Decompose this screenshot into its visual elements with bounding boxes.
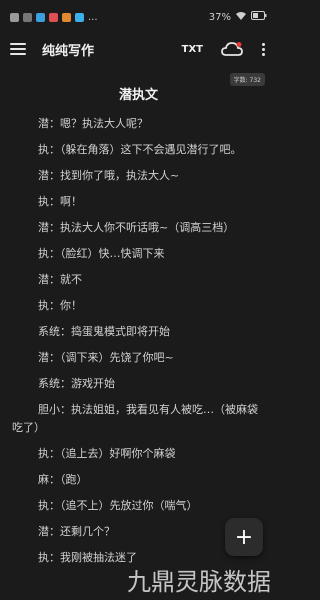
app-icon xyxy=(75,12,84,22)
status-left: ... xyxy=(10,12,98,23)
paragraph[interactable]: 潜：找到你了哦，执法大人~ xyxy=(12,167,267,185)
paragraph[interactable]: 麻：（跑） xyxy=(12,471,267,489)
paragraph[interactable]: 潜：执法大人你不听话哦~（调高三档） xyxy=(12,219,267,237)
cloud-sync-icon[interactable] xyxy=(221,41,243,57)
txt-export-button[interactable]: TXT xyxy=(182,44,203,55)
battery-icon xyxy=(251,11,267,23)
document-body[interactable]: 潜：嗯？执法大人呢？ 执：（躲在角落）这下不会遇见潜行了吧。 潜：找到你了哦，执法大… xyxy=(12,115,267,575)
paragraph[interactable]: 执：啊！ xyxy=(12,193,267,211)
more-options-icon[interactable] xyxy=(259,42,267,56)
status-bar: ... 37% xyxy=(0,0,277,34)
app-icon xyxy=(49,12,58,22)
status-right: 37% xyxy=(209,11,267,24)
add-button[interactable]: + xyxy=(225,518,263,556)
more-notifications: ... xyxy=(88,11,98,23)
app-title: 纯纯写作 xyxy=(42,43,95,59)
paragraph[interactable]: 执：（追不上）先放过你（喘气） xyxy=(12,497,267,515)
paragraph[interactable]: 胆小：执法姐姐，我看见有人被吃…（被麻袋吃了） xyxy=(12,401,267,437)
app-bar: 纯纯写作 TXT xyxy=(0,34,277,64)
paragraph[interactable]: 系统：捣蛋鬼模式即将开始 xyxy=(12,323,267,341)
paragraph[interactable]: 潜：嗯？执法大人呢？ xyxy=(12,115,267,133)
paragraph[interactable]: 执：（躲在角落）这下不会遇见潜行了吧。 xyxy=(12,141,267,159)
battery-level: 37% xyxy=(208,11,231,23)
menu-icon[interactable] xyxy=(10,43,26,55)
paragraph[interactable]: 执：你！ xyxy=(12,297,267,315)
notification-icon xyxy=(23,12,32,22)
paragraph[interactable]: 执：（脸红）快…快调下来 xyxy=(12,245,267,263)
paragraph[interactable]: 系统：游戏开始 xyxy=(12,375,267,393)
document-title[interactable]: 潜执文 xyxy=(0,84,277,103)
paragraph[interactable]: 执：（追上去）好啊你个麻袋 xyxy=(12,445,267,463)
paragraph[interactable]: 潜：（调下来）先饶了你吧~ xyxy=(12,349,267,367)
watermark-logo: 九鼎灵脉数据 xyxy=(127,568,271,596)
notification-icon xyxy=(10,12,19,22)
app-icon xyxy=(62,12,71,22)
paragraph[interactable]: 潜：就不 xyxy=(12,271,267,289)
app-icon xyxy=(36,12,45,22)
wifi-icon xyxy=(235,11,247,24)
